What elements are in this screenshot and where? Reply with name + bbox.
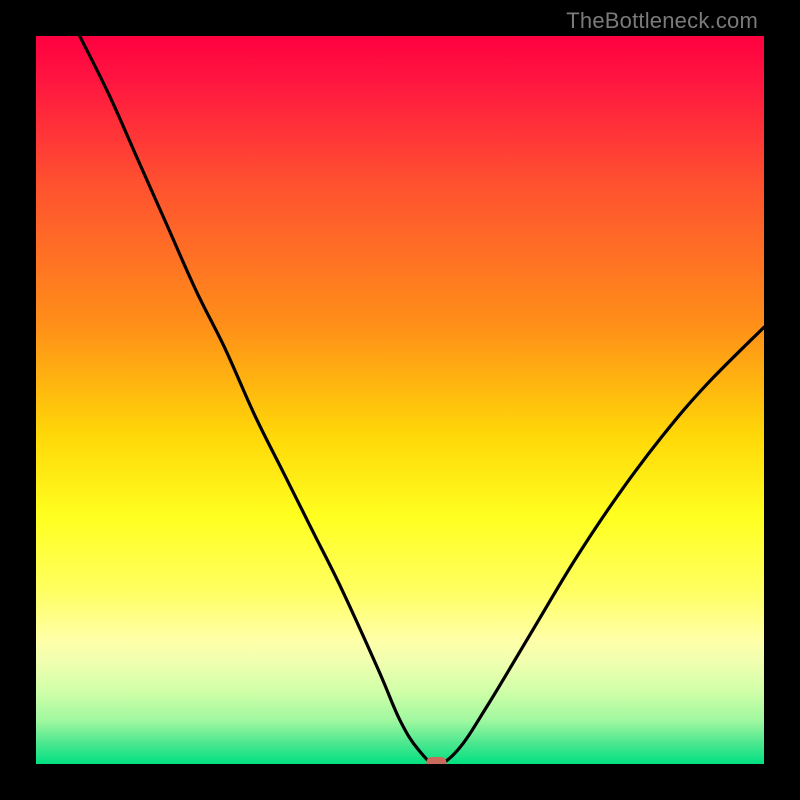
chart-svg [36, 36, 764, 764]
bottleneck-curve [80, 36, 764, 764]
watermark-label: TheBottleneck.com [566, 8, 758, 34]
optimal-point-marker [426, 757, 446, 764]
